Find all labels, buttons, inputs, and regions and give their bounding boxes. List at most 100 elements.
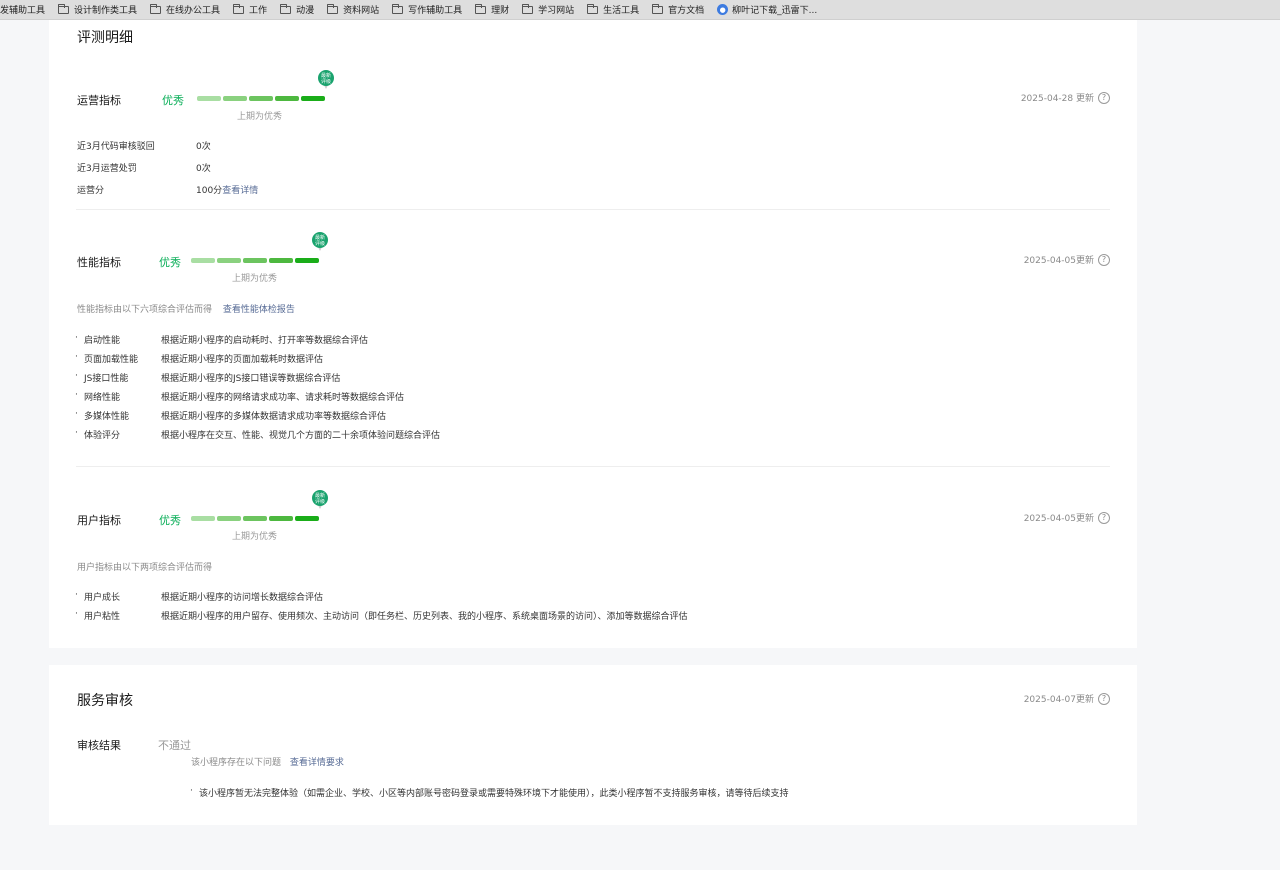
review-requirements-link[interactable]: 查看详情要求 [290, 758, 344, 768]
kv-value: 0次 [196, 164, 211, 174]
kv-key: 运营分 [77, 186, 105, 196]
user-updated-text: 2025-04-05更新 [1023, 514, 1094, 524]
performance-updated-text: 2025-04-05更新 [1023, 256, 1094, 266]
performance-progress-bar [191, 258, 319, 263]
operations-updated-text: 2025-04-28 更新 [1020, 94, 1094, 104]
bookmarks-bar: 发辅助工具 设计制作类工具 在线办公工具 工作 动漫 资料网站 写作辅助工具 理财 学习网站 生活… [0, 0, 1280, 20]
bullet: · [75, 428, 78, 438]
progress-segment [269, 516, 293, 521]
list-item-name: 用户粘性 [84, 612, 121, 622]
folder-icon [587, 3, 599, 14]
bookmark-item[interactable]: ● 柳叶记下载_迅雷下... [717, 3, 817, 16]
latest-rating-pin-icon: 最新 评级 [312, 490, 328, 510]
bullet: · [75, 590, 78, 600]
bullet: · [75, 390, 78, 400]
bookmark-item[interactable]: 工作 [233, 3, 267, 16]
list-item-name: 多媒体性能 [84, 412, 130, 422]
folder-icon [392, 3, 404, 14]
user-previous: 上期为优秀 [232, 532, 278, 542]
performance-previous: 上期为优秀 [232, 274, 278, 284]
folder-icon [150, 3, 162, 14]
list-item-description: 根据近期小程序的网络请求成功率、请求耗时等数据综合评估 [161, 393, 405, 403]
user-grade: 优秀 [159, 514, 181, 527]
view-details-link[interactable]: 查看详情 [222, 186, 258, 196]
list-item-description: 根据近期小程序的多媒体数据请求成功率等数据综合评估 [161, 412, 387, 422]
bookmark-label: 设计制作类工具 [74, 6, 138, 16]
evaluation-card: 评测明细 运营指标 优秀 最新 评级 上期为优秀 2025-04-28 更新 ?… [49, 20, 1137, 648]
divider [76, 209, 1110, 210]
progress-segment [269, 258, 293, 263]
bookmark-label: 在线办公工具 [166, 6, 221, 16]
bookmark-label: 资料网站 [343, 6, 380, 16]
folder-icon [327, 3, 339, 14]
list-item-description: 根据小程序在交互、性能、视觉几个方面的二十余项体验问题综合评估 [161, 431, 441, 441]
operations-updated: 2025-04-28 更新 ? [1021, 91, 1110, 104]
list-item-name: 网络性能 [84, 393, 121, 403]
list-item-name: 启动性能 [84, 336, 121, 346]
bookmark-label: 理财 [491, 6, 510, 16]
list-item-description: 根据近期小程序的访问增长数据综合评估 [161, 593, 324, 603]
bookmark-label: 柳叶记下载_迅雷下... [732, 6, 818, 16]
bookmark-label: 官方文档 [668, 6, 705, 16]
operations-previous: 上期为优秀 [237, 112, 283, 122]
folder-icon [280, 3, 292, 14]
help-icon[interactable]: ? [1098, 511, 1110, 524]
bookmark-label: 发辅助工具 [0, 6, 46, 16]
progress-segment [217, 516, 241, 521]
list-item-name: 用户成长 [84, 593, 121, 603]
folder-icon [652, 3, 664, 14]
help-icon[interactable]: ? [1098, 692, 1110, 705]
progress-segment [191, 258, 215, 263]
bookmark-item[interactable]: 动漫 [280, 3, 314, 16]
progress-segment [217, 258, 241, 263]
folder-icon [475, 3, 487, 14]
user-label: 用户指标 [77, 514, 121, 527]
divider [76, 466, 1110, 467]
folder-icon [522, 3, 534, 14]
bookmark-item[interactable]: 写作辅助工具 [392, 3, 462, 16]
performance-description: 性能指标由以下六项综合评估而得 查看性能体检报告 [77, 302, 295, 315]
list-item-description: 根据近期小程序的JS接口错误等数据综合评估 [161, 374, 341, 384]
performance-label: 性能指标 [77, 256, 121, 269]
bookmark-item[interactable]: 设计制作类工具 [58, 3, 137, 16]
bookmark-item[interactable]: 学习网站 [522, 3, 574, 16]
progress-segment [275, 96, 299, 101]
performance-grade: 优秀 [159, 256, 181, 269]
list-item-description: 根据近期小程序的启动耗时、打开率等数据综合评估 [161, 336, 369, 346]
list-item-name: 体验评分 [84, 431, 121, 441]
bullet: · [190, 786, 193, 796]
progress-segment [197, 96, 221, 101]
folder-icon [233, 3, 245, 14]
bookmark-item[interactable]: 资料网站 [327, 3, 379, 16]
help-icon[interactable]: ? [1098, 91, 1110, 104]
list-item-name: 页面加载性能 [84, 355, 139, 365]
bookmark-label: 动漫 [296, 6, 315, 16]
bookmark-item[interactable]: 在线办公工具 [150, 3, 220, 16]
bullet: · [75, 409, 78, 419]
bookmark-label: 工作 [249, 6, 268, 16]
operations-progress-bar [197, 96, 325, 101]
bookmark-item[interactable]: 官方文档 [652, 3, 704, 16]
progress-segment [243, 516, 267, 521]
user-description: 用户指标由以下两项综合评估而得 [77, 563, 213, 573]
progress-segment [223, 96, 247, 101]
bookmark-item[interactable]: 理财 [475, 3, 509, 16]
progress-segment [295, 516, 319, 521]
review-problem: 该小程序存在以下问题 查看详情要求 [191, 755, 344, 768]
bullet: · [75, 371, 78, 381]
progress-segment [243, 258, 267, 263]
performance-report-link[interactable]: 查看性能体检报告 [223, 305, 295, 315]
kv-key: 近3月代码审核驳回 [77, 142, 155, 152]
performance-description-text: 性能指标由以下六项综合评估而得 [77, 305, 213, 315]
operations-grade: 优秀 [162, 94, 184, 107]
review-issue: 该小程序暂无法完整体验（如需企业、学校、小区等内部账号密码登录或需要特殊环境下才… [199, 789, 789, 799]
progress-segment [191, 516, 215, 521]
progress-segment [249, 96, 273, 101]
service-review-updated: 2025-04-07更新 ? [1024, 692, 1110, 705]
bullet: · [75, 333, 78, 343]
latest-rating-pin-icon: 最新 评级 [312, 232, 328, 252]
bookmark-item[interactable]: 生活工具 [587, 3, 639, 16]
help-icon[interactable]: ? [1098, 253, 1110, 266]
bookmark-item[interactable]: 发辅助工具 [0, 3, 45, 16]
list-item-description: 根据近期小程序的页面加载耗时数据评估 [161, 355, 324, 365]
